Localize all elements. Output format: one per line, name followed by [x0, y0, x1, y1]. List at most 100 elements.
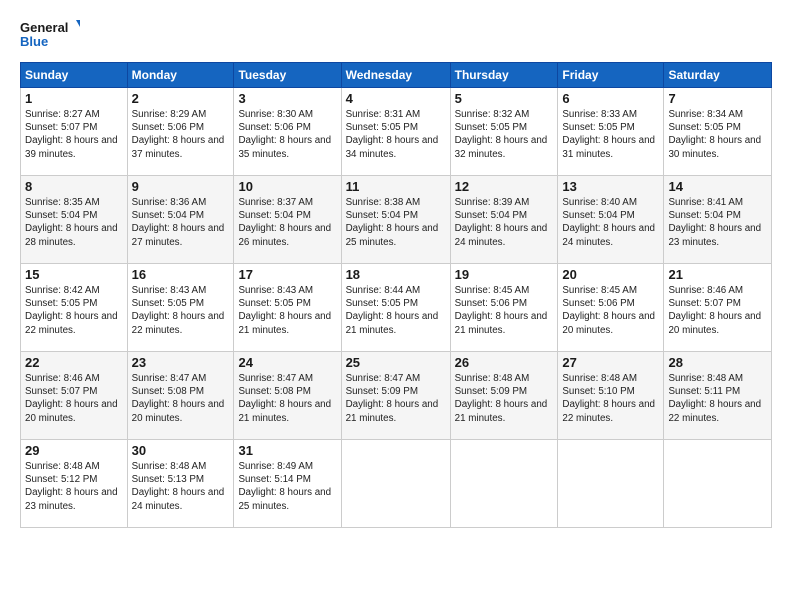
calendar-cell: 17Sunrise: 8:43 AMSunset: 5:05 PMDayligh…	[234, 264, 341, 352]
calendar-cell: 4 Sunrise: 8:31 AMSunset: 5:05 PMDaylight…	[341, 88, 450, 176]
calendar-body: 1 Sunrise: 8:27 AMSunset: 5:07 PMDaylight…	[21, 88, 772, 528]
week-row-1: 1 Sunrise: 8:27 AMSunset: 5:07 PMDaylight…	[21, 88, 772, 176]
day-number: 7	[668, 91, 767, 106]
day-info: Sunrise: 8:27 AMSunset: 5:07 PMDaylight:…	[25, 108, 123, 161]
day-number: 26	[455, 355, 554, 370]
day-info: Sunrise: 8:44 AMSunset: 5:05 PMDaylight:…	[346, 284, 446, 337]
calendar-cell: 20 Sunrise: 8:45 AMSunset: 5:06 PMDayligh…	[558, 264, 664, 352]
calendar-cell: 13Sunrise: 8:40 AMSunset: 5:04 PMDayligh…	[558, 176, 664, 264]
day-number: 14	[668, 179, 767, 194]
day-info: Sunrise: 8:31 AMSunset: 5:05 PMDaylight:…	[346, 108, 446, 161]
day-info: Sunrise: 8:48 AMSunset: 5:09 PMDaylight:…	[455, 372, 554, 425]
weekday-monday: Monday	[127, 63, 234, 88]
calendar-cell: 21 Sunrise: 8:46 AMSunset: 5:07 PMDayligh…	[664, 264, 772, 352]
day-number: 11	[346, 179, 446, 194]
day-info: Sunrise: 8:32 AMSunset: 5:05 PMDaylight:…	[455, 108, 554, 161]
calendar-cell: 8Sunrise: 8:35 AMSunset: 5:04 PMDaylight…	[21, 176, 128, 264]
weekday-tuesday: Tuesday	[234, 63, 341, 88]
weekday-wednesday: Wednesday	[341, 63, 450, 88]
calendar-cell: 12Sunrise: 8:39 AMSunset: 5:04 PMDayligh…	[450, 176, 558, 264]
day-number: 25	[346, 355, 446, 370]
calendar-cell: 22Sunrise: 8:46 AMSunset: 5:07 PMDayligh…	[21, 352, 128, 440]
week-row-3: 15 Sunrise: 8:42 AMSunset: 5:05 PMDayligh…	[21, 264, 772, 352]
day-number: 5	[455, 91, 554, 106]
day-info: Sunrise: 8:45 AMSunset: 5:06 PMDaylight:…	[562, 284, 659, 337]
weekday-saturday: Saturday	[664, 63, 772, 88]
day-info: Sunrise: 8:30 AMSunset: 5:06 PMDaylight:…	[238, 108, 336, 161]
day-info: Sunrise: 8:43 AMSunset: 5:05 PMDaylight:…	[238, 284, 336, 337]
day-info: Sunrise: 8:41 AMSunset: 5:04 PMDaylight:…	[668, 196, 767, 249]
day-number: 15	[25, 267, 123, 282]
logo: General Blue	[20, 16, 80, 52]
svg-text:General: General	[20, 20, 68, 35]
calendar-cell: 2 Sunrise: 8:29 AMSunset: 5:06 PMDaylight…	[127, 88, 234, 176]
weekday-header-row: SundayMondayTuesdayWednesdayThursdayFrid…	[21, 63, 772, 88]
day-info: Sunrise: 8:34 AMSunset: 5:05 PMDaylight:…	[668, 108, 767, 161]
day-number: 2	[132, 91, 230, 106]
day-info: Sunrise: 8:48 AMSunset: 5:13 PMDaylight:…	[132, 460, 230, 513]
day-number: 10	[238, 179, 336, 194]
day-number: 20	[562, 267, 659, 282]
calendar-cell: 27 Sunrise: 8:48 AMSunset: 5:10 PMDayligh…	[558, 352, 664, 440]
day-number: 18	[346, 267, 446, 282]
calendar-cell: 24 Sunrise: 8:47 AMSunset: 5:08 PMDayligh…	[234, 352, 341, 440]
day-info: Sunrise: 8:38 AMSunset: 5:04 PMDaylight:…	[346, 196, 446, 249]
page: General Blue SundayMondayTuesdayWednesda…	[0, 0, 792, 538]
day-info: Sunrise: 8:33 AMSunset: 5:05 PMDaylight:…	[562, 108, 659, 161]
day-number: 24	[238, 355, 336, 370]
calendar-cell	[558, 440, 664, 528]
day-info: Sunrise: 8:46 AMSunset: 5:07 PMDaylight:…	[25, 372, 123, 425]
day-number: 30	[132, 443, 230, 458]
day-info: Sunrise: 8:39 AMSunset: 5:04 PMDaylight:…	[455, 196, 554, 249]
calendar-cell: 23 Sunrise: 8:47 AMSunset: 5:08 PMDayligh…	[127, 352, 234, 440]
calendar-cell: 31 Sunrise: 8:49 AMSunset: 5:14 PMDayligh…	[234, 440, 341, 528]
week-row-5: 29 Sunrise: 8:48 AMSunset: 5:12 PMDayligh…	[21, 440, 772, 528]
day-number: 4	[346, 91, 446, 106]
day-info: Sunrise: 8:40 AMSunset: 5:04 PMDaylight:…	[562, 196, 659, 249]
day-number: 3	[238, 91, 336, 106]
day-info: Sunrise: 8:48 AMSunset: 5:10 PMDaylight:…	[562, 372, 659, 425]
day-info: Sunrise: 8:37 AMSunset: 5:04 PMDaylight:…	[238, 196, 336, 249]
day-info: Sunrise: 8:48 AMSunset: 5:11 PMDaylight:…	[668, 372, 767, 425]
day-number: 27	[562, 355, 659, 370]
day-info: Sunrise: 8:47 AMSunset: 5:08 PMDaylight:…	[238, 372, 336, 425]
calendar-cell: 28Sunrise: 8:48 AMSunset: 5:11 PMDayligh…	[664, 352, 772, 440]
calendar-cell: 3 Sunrise: 8:30 AMSunset: 5:06 PMDaylight…	[234, 88, 341, 176]
calendar-cell: 5 Sunrise: 8:32 AMSunset: 5:05 PMDaylight…	[450, 88, 558, 176]
day-info: Sunrise: 8:49 AMSunset: 5:14 PMDaylight:…	[238, 460, 336, 513]
week-row-4: 22Sunrise: 8:46 AMSunset: 5:07 PMDayligh…	[21, 352, 772, 440]
calendar-cell: 10 Sunrise: 8:37 AMSunset: 5:04 PMDayligh…	[234, 176, 341, 264]
day-info: Sunrise: 8:46 AMSunset: 5:07 PMDaylight:…	[668, 284, 767, 337]
day-number: 1	[25, 91, 123, 106]
calendar-cell	[450, 440, 558, 528]
calendar-cell: 1 Sunrise: 8:27 AMSunset: 5:07 PMDaylight…	[21, 88, 128, 176]
calendar-cell: 26 Sunrise: 8:48 AMSunset: 5:09 PMDayligh…	[450, 352, 558, 440]
svg-text:Blue: Blue	[20, 34, 48, 49]
day-number: 29	[25, 443, 123, 458]
day-info: Sunrise: 8:42 AMSunset: 5:05 PMDaylight:…	[25, 284, 123, 337]
calendar-cell: 16Sunrise: 8:43 AMSunset: 5:05 PMDayligh…	[127, 264, 234, 352]
calendar-cell: 15 Sunrise: 8:42 AMSunset: 5:05 PMDayligh…	[21, 264, 128, 352]
calendar-cell: 19Sunrise: 8:45 AMSunset: 5:06 PMDayligh…	[450, 264, 558, 352]
header: General Blue	[20, 16, 772, 52]
day-number: 31	[238, 443, 336, 458]
calendar-cell: 6 Sunrise: 8:33 AMSunset: 5:05 PMDaylight…	[558, 88, 664, 176]
weekday-thursday: Thursday	[450, 63, 558, 88]
day-number: 21	[668, 267, 767, 282]
day-info: Sunrise: 8:29 AMSunset: 5:06 PMDaylight:…	[132, 108, 230, 161]
calendar-cell	[341, 440, 450, 528]
calendar-cell	[664, 440, 772, 528]
calendar-cell: 9Sunrise: 8:36 AMSunset: 5:04 PMDaylight…	[127, 176, 234, 264]
day-number: 23	[132, 355, 230, 370]
day-number: 19	[455, 267, 554, 282]
day-info: Sunrise: 8:48 AMSunset: 5:12 PMDaylight:…	[25, 460, 123, 513]
day-info: Sunrise: 8:47 AMSunset: 5:08 PMDaylight:…	[132, 372, 230, 425]
week-row-2: 8Sunrise: 8:35 AMSunset: 5:04 PMDaylight…	[21, 176, 772, 264]
calendar-cell: 14 Sunrise: 8:41 AMSunset: 5:04 PMDayligh…	[664, 176, 772, 264]
day-info: Sunrise: 8:43 AMSunset: 5:05 PMDaylight:…	[132, 284, 230, 337]
calendar-cell: 18 Sunrise: 8:44 AMSunset: 5:05 PMDayligh…	[341, 264, 450, 352]
day-number: 6	[562, 91, 659, 106]
day-number: 9	[132, 179, 230, 194]
day-info: Sunrise: 8:35 AMSunset: 5:04 PMDaylight:…	[25, 196, 123, 249]
calendar-cell: 30 Sunrise: 8:48 AMSunset: 5:13 PMDayligh…	[127, 440, 234, 528]
